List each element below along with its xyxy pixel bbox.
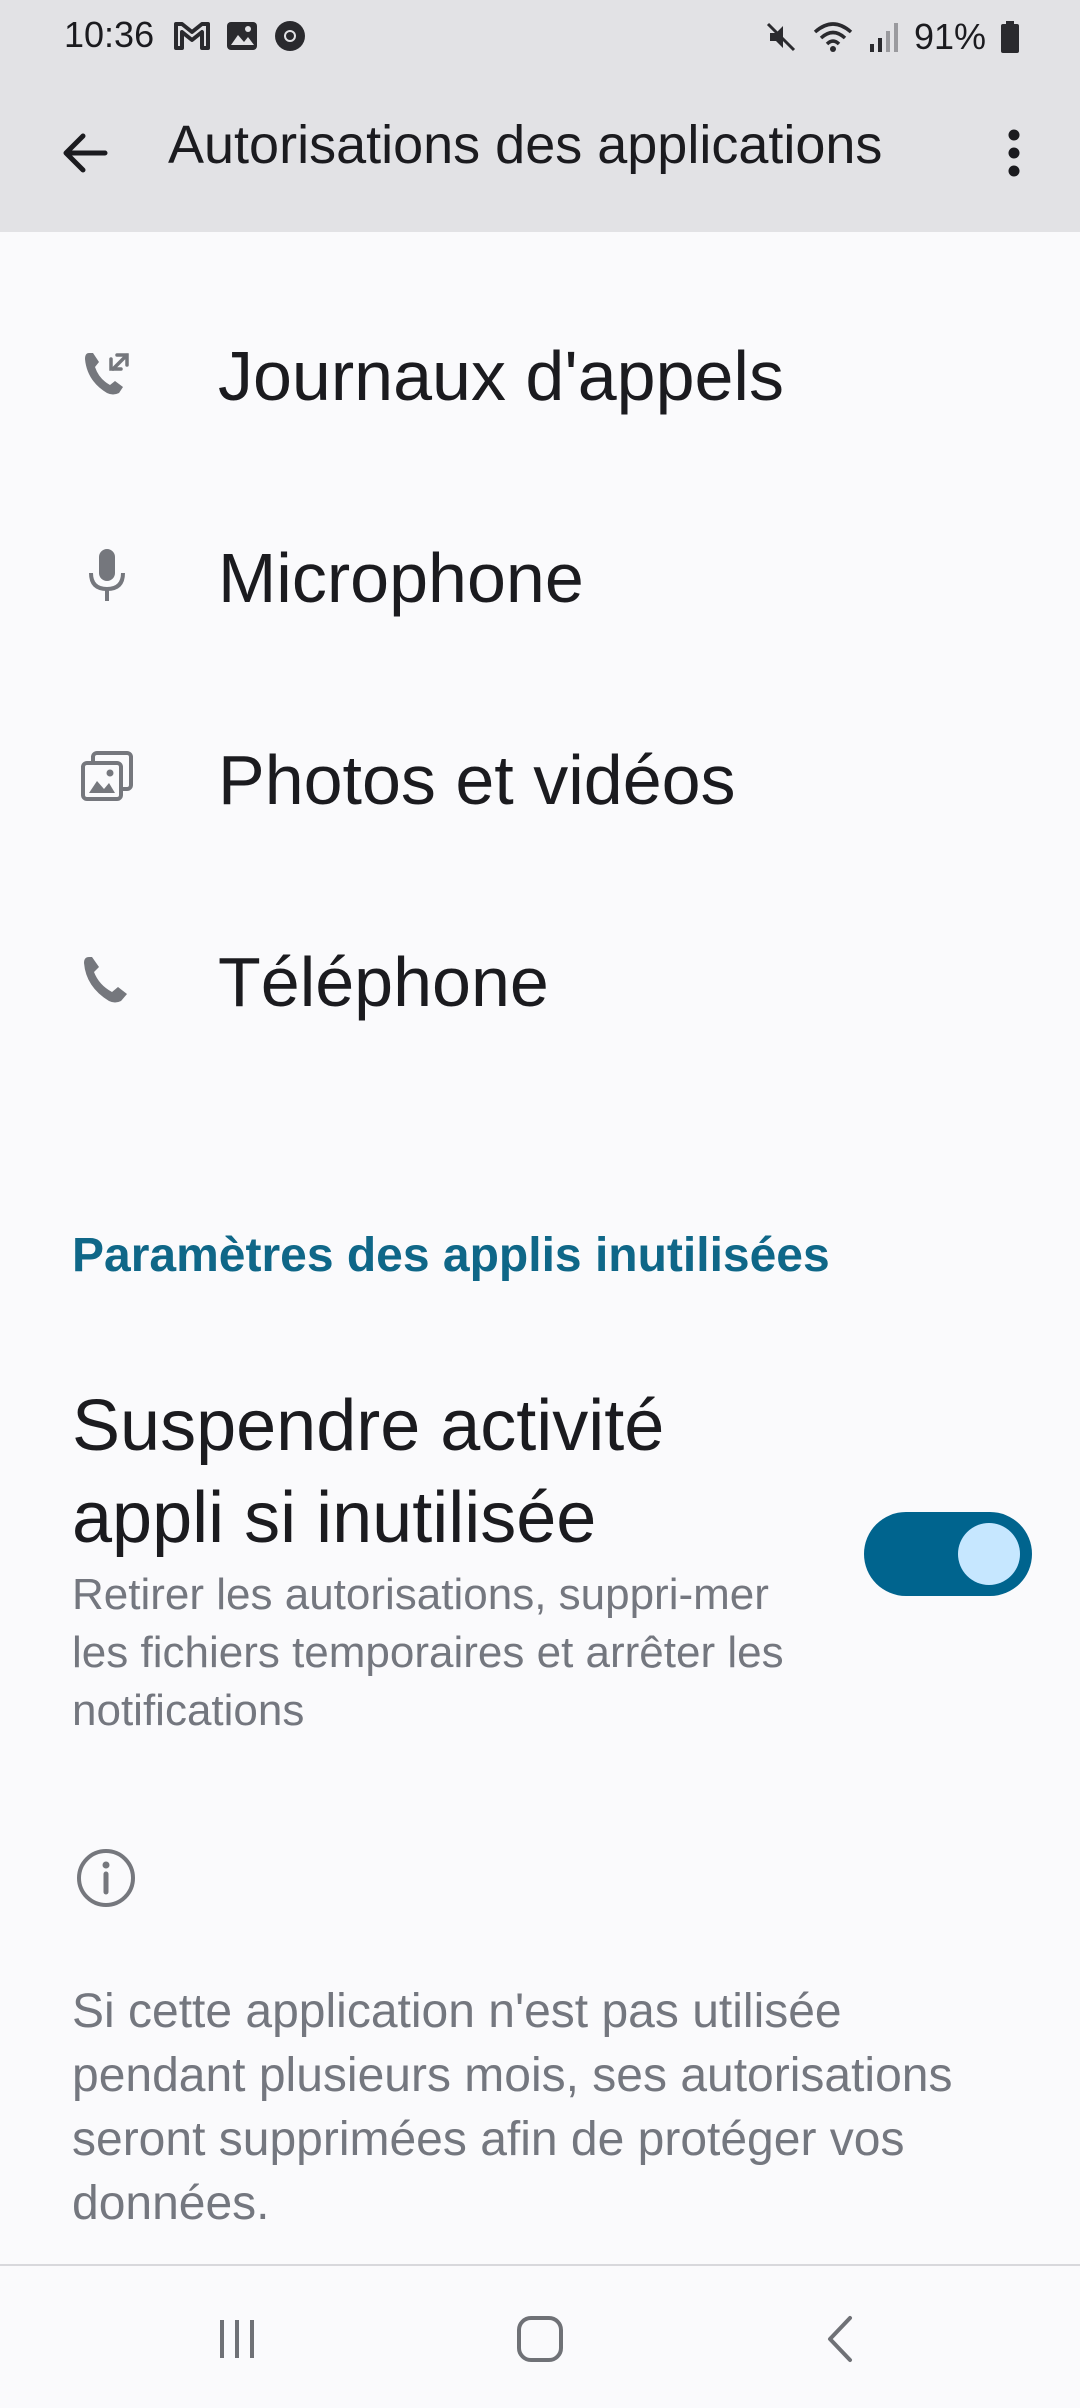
mute-icon <box>766 22 795 52</box>
info-text: Si cette application n'est pas utilisée … <box>72 1985 953 2230</box>
call-log-icon <box>85 353 129 395</box>
permission-item-photos-videos[interactable]: Photos et vidéos <box>0 678 1080 878</box>
battery-level: 91% <box>913 16 986 57</box>
gallery-icon <box>227 22 257 50</box>
status-bar: 10:36 91% <box>0 0 1080 72</box>
back-button[interactable] <box>50 118 120 188</box>
toggle-summary: Retirer les autorisations, suppri-mer le… <box>72 1570 784 1735</box>
more-options-button[interactable] <box>984 118 1044 188</box>
permission-item-call-logs[interactable]: Journaux d'appels <box>0 274 1080 474</box>
switch-thumb <box>958 1523 1020 1585</box>
permission-label: Téléphone <box>218 943 549 1021</box>
permission-label: Photos et vidéos <box>218 741 736 819</box>
arrow-left-icon <box>63 133 108 173</box>
home-button[interactable] <box>495 2304 585 2374</box>
signal-icon <box>869 23 898 52</box>
wifi-icon <box>813 22 853 52</box>
system-icons: 91% <box>764 16 1020 58</box>
permission-label: Journaux d'appels <box>218 337 784 415</box>
section-header-unused-apps: Paramètres des applis inutilisées <box>72 1229 830 1282</box>
chrome-icon <box>275 21 305 51</box>
photos-icon <box>81 751 133 801</box>
toggle-title: Suspendre activité appli si inutilisée <box>72 1386 665 1558</box>
gmail-icon <box>174 22 210 50</box>
app-bar: Autorisations des applications <box>0 72 1080 232</box>
info-icon <box>77 1849 135 1907</box>
permission-label: Microphone <box>218 539 584 617</box>
navigation-bar <box>0 2266 1080 2408</box>
more-vert-icon <box>1008 129 1020 177</box>
battery-icon <box>1001 21 1019 53</box>
chevron-left-icon <box>828 2316 852 2362</box>
pause-app-activity-switch[interactable] <box>864 1512 1032 1596</box>
phone-icon <box>84 957 127 1003</box>
nav-back-button[interactable] <box>798 2304 888 2374</box>
recents-button[interactable] <box>192 2304 282 2374</box>
page-title: Autorisations des applications <box>168 115 883 175</box>
notification-icons <box>172 18 308 54</box>
status-time: 10:36 <box>64 14 155 55</box>
microphone-icon <box>89 549 125 601</box>
permission-item-microphone[interactable]: Microphone <box>0 476 1080 676</box>
home-icon <box>517 2316 563 2362</box>
permission-item-phone[interactable]: Téléphone <box>0 880 1080 1080</box>
pause-app-activity-row[interactable]: Suspendre activité appli si inutilisée R… <box>0 1360 1080 1760</box>
recents-icon <box>220 2320 254 2358</box>
